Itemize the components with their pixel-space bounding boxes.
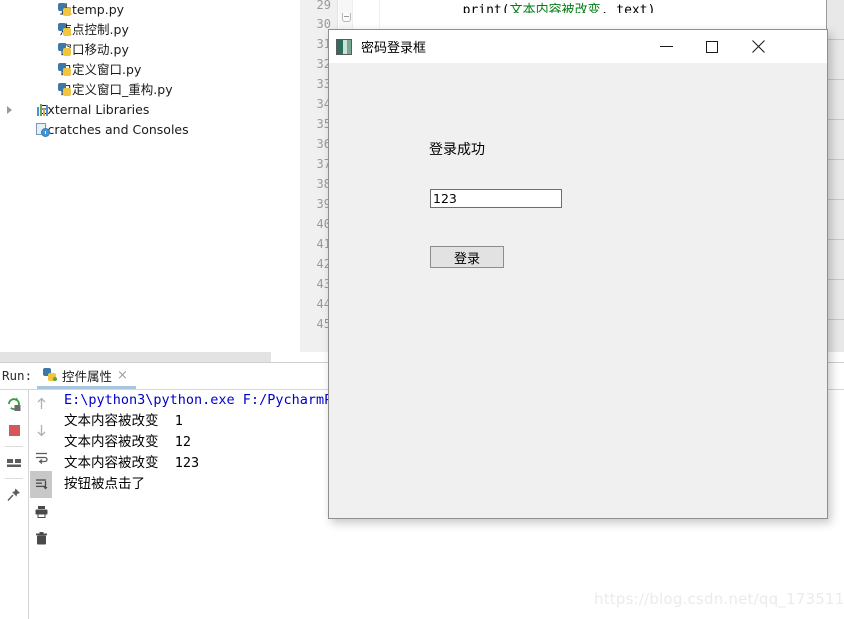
down-button[interactable]	[30, 417, 52, 444]
tree-item-label: External Libraries	[39, 102, 150, 117]
right-tool-strip[interactable]	[826, 0, 844, 352]
external-libraries-icon	[36, 103, 50, 117]
layout-button[interactable]	[0, 449, 28, 476]
login-button[interactable]: 登录	[430, 246, 504, 268]
layout-icon	[7, 458, 21, 467]
rerun-button[interactable]	[0, 390, 28, 417]
maximize-icon	[706, 40, 718, 53]
pin-icon	[7, 488, 20, 501]
tree-item-external-libraries[interactable]: External Libraries	[0, 100, 300, 120]
minimize-icon	[659, 46, 673, 47]
right-tool-cell[interactable]	[827, 280, 844, 320]
password-login-dialog[interactable]: 密码登录框 登录成功 登录	[328, 29, 828, 519]
tree-item-scratches-and-consoles[interactable]: Scratches and Consoles	[0, 120, 300, 140]
tree-item-file-4[interactable]: 自定义窗口_重构.py	[0, 80, 300, 100]
run-panel-label: Run:	[2, 368, 33, 383]
tree-item-file-3[interactable]: 自定义窗口.py	[0, 60, 300, 80]
python-file-icon	[58, 23, 72, 37]
tree-item-label: Scratches and Consoles	[39, 122, 189, 137]
run-toolbar-secondary	[30, 390, 52, 619]
fold-collapse-icon[interactable]	[342, 13, 351, 22]
close-icon[interactable]: ×	[117, 369, 128, 382]
tree-item-file-2[interactable]: 窗口移动.py	[0, 40, 300, 60]
tree-item-file-0[interactable]: 止temp.py	[0, 0, 300, 20]
right-tool-cell[interactable]	[827, 240, 844, 280]
right-tool-cell[interactable]	[827, 200, 844, 240]
chevron-right-icon[interactable]	[2, 100, 16, 120]
stop-icon	[8, 425, 20, 436]
project-tree-panel[interactable]: 止temp.py 焦点控制.py 窗口移动.py 自定义窗口.py 自定义窗口_…	[0, 0, 300, 352]
soft-wrap-button[interactable]	[30, 444, 52, 471]
tab-console[interactable]: 控件属性 ×	[37, 364, 136, 389]
dialog-title-bar[interactable]: 密码登录框	[329, 30, 827, 63]
scratches-icon	[36, 123, 50, 137]
stop-button[interactable]	[0, 417, 28, 444]
status-label: 登录成功	[429, 142, 485, 158]
right-tool-cell[interactable]	[827, 320, 844, 352]
code-token: 文本内容被改变	[509, 3, 601, 13]
app-window-icon	[336, 38, 352, 55]
password-input[interactable]	[430, 189, 562, 208]
right-tool-cell[interactable]	[827, 80, 844, 120]
code-line: print(文本内容被改变, text)	[400, 0, 844, 13]
code-token: , text)	[600, 3, 656, 13]
tree-item-file-1[interactable]: 焦点控制.py	[0, 20, 300, 40]
line-number: 29	[316, 0, 331, 12]
scroll-to-end-icon	[35, 479, 47, 490]
minimize-button[interactable]	[643, 30, 689, 63]
watermark: https://blog.csdn.net/qq_17351161	[594, 590, 844, 608]
python-file-icon	[58, 3, 72, 17]
dialog-body: 登录成功 登录	[329, 63, 827, 518]
scroll-to-end-button[interactable]	[30, 471, 52, 498]
dialog-title: 密码登录框	[361, 41, 427, 56]
python-icon	[43, 368, 57, 382]
code-token: print(	[462, 3, 510, 13]
clear-all-button[interactable]	[30, 525, 52, 552]
rerun-icon	[8, 397, 21, 411]
run-toolbar-left	[0, 390, 29, 619]
trash-icon	[35, 532, 47, 545]
toolbar-divider	[5, 446, 23, 447]
close-icon	[751, 40, 765, 54]
right-tool-cell[interactable]	[827, 120, 844, 160]
print-button[interactable]	[30, 498, 52, 525]
app-window: 止temp.py 焦点控制.py 窗口移动.py 自定义窗口.py 自定义窗口_…	[0, 0, 844, 619]
right-tool-cell[interactable]	[827, 160, 844, 200]
soft-wrap-icon	[35, 452, 48, 464]
toolbar-divider	[5, 478, 23, 479]
up-button[interactable]	[30, 390, 52, 417]
arrow-up-icon	[37, 397, 45, 409]
printer-icon	[35, 506, 47, 518]
arrow-down-icon	[37, 425, 45, 437]
maximize-button[interactable]	[689, 30, 735, 63]
python-file-icon	[58, 83, 72, 97]
right-tool-cell[interactable]	[827, 0, 844, 40]
python-file-icon	[58, 43, 72, 57]
tab-label: 控件属性	[62, 368, 113, 384]
python-file-icon	[58, 63, 72, 77]
right-tool-cell[interactable]	[827, 40, 844, 80]
close-button[interactable]	[735, 30, 781, 63]
tree-item-label: 自定义窗口_重构.py	[59, 82, 173, 97]
pin-button[interactable]	[0, 481, 28, 508]
